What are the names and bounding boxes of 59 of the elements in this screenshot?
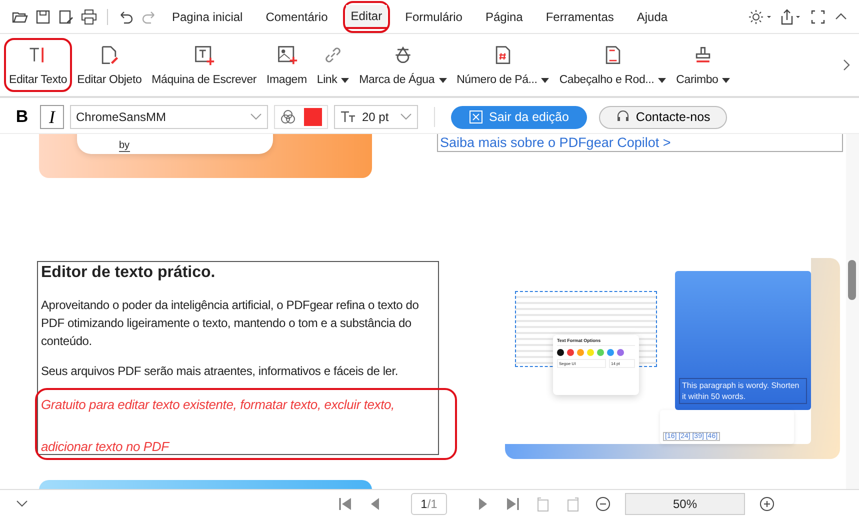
- caret-icon: [438, 78, 447, 82]
- chevron-down-icon: [400, 113, 412, 121]
- ribbon-tool[interactable]: Imagem: [264, 40, 310, 90]
- print-icon[interactable]: [81, 8, 97, 24]
- menu-tab[interactable]: Pagina inicial: [167, 6, 248, 28]
- menu-tab[interactable]: Página: [480, 6, 528, 28]
- italic-button[interactable]: I: [40, 105, 64, 129]
- menu-tab[interactable]: Ferramentas: [540, 6, 619, 28]
- highlighted-paragraph: Gratuito para editar texto existente, formatar texto, excluir texto, adicionar texto no PDF: [41, 396, 396, 450]
- menu-tab[interactable]: Comentário: [260, 6, 333, 28]
- first-page-icon[interactable]: [337, 496, 353, 512]
- scrollbar[interactable]: [846, 134, 859, 489]
- ribbon-tool[interactable]: Editar Texto: [6, 40, 70, 90]
- brightness-icon[interactable]: [748, 8, 772, 24]
- scroll-thumb[interactable]: [848, 260, 856, 300]
- zoom-field[interactable]: 50%: [625, 493, 745, 515]
- fullscreen-icon[interactable]: [810, 8, 826, 24]
- menu-tab[interactable]: Formulário: [400, 6, 468, 28]
- card-text: by: [119, 140, 130, 152]
- copilot-link[interactable]: Saiba mais sobre o PDFgear Copilot >: [437, 134, 843, 152]
- menu-tab[interactable]: Editar: [346, 4, 388, 28]
- image-plus-icon: [276, 44, 298, 66]
- caret-icon: [658, 78, 666, 82]
- text-color-swatch[interactable]: [304, 108, 322, 126]
- ribbon-tool[interactable]: Número de Pá...: [454, 40, 552, 90]
- caret-icon: [722, 78, 730, 82]
- chevron-down-icon[interactable]: [16, 500, 28, 508]
- color-circles-icon[interactable]: [280, 109, 296, 125]
- text-box-plus-icon: [193, 44, 216, 66]
- ribbon-tool[interactable]: Cabeçalho e Rod...: [556, 40, 670, 90]
- zoom-in-icon[interactable]: [759, 496, 775, 512]
- page-number-field[interactable]: 1/1: [411, 493, 447, 515]
- bold-button[interactable]: B: [10, 105, 34, 129]
- caret-icon: [541, 78, 550, 82]
- caret-icon: [341, 78, 350, 82]
- body-paragraph: Aproveitando o poder da inteligência artificial, o PDFgear refina o texto do PDF otimizando ligeiramente o texto, mantendo o tom e a substância do conteúdo.: [41, 297, 420, 350]
- exit-edit-button[interactable]: Sair da edição: [451, 106, 587, 128]
- ribbon-tool[interactable]: Carimbo: [673, 40, 734, 90]
- ribbon-tool[interactable]: Máquina de Escrever: [148, 40, 260, 90]
- undo-icon[interactable]: [118, 8, 134, 24]
- save-icon[interactable]: [35, 8, 51, 24]
- ribbon-tool[interactable]: Marca de Água: [356, 40, 450, 90]
- body-paragraph: Seus arquivos PDF serão mais atraentes, informativos e fáceis de ler.: [41, 363, 400, 380]
- close-box-icon: [469, 110, 483, 124]
- ai-prompt-text: This paragraph is wordy. Shorten it within 50 words.: [679, 378, 807, 404]
- font-dropdown[interactable]: ChromeSansMM: [70, 105, 268, 129]
- section-heading: Editor de texto prático.: [41, 264, 216, 282]
- menu-tab[interactable]: Ajuda: [632, 6, 673, 28]
- font-size-dropdown[interactable]: 20 pt: [334, 105, 418, 129]
- font-size-icon: [340, 111, 356, 123]
- save-as-icon[interactable]: [58, 8, 74, 24]
- headset-icon: [616, 110, 630, 124]
- ribbon-tool[interactable]: Link: [314, 40, 352, 90]
- share-icon[interactable]: [779, 8, 803, 24]
- chevron-down-icon: [250, 113, 262, 121]
- last-page-icon[interactable]: [505, 496, 521, 512]
- contact-button[interactable]: Contacte-nos: [598, 106, 728, 128]
- zoom-out-icon[interactable]: [595, 496, 611, 512]
- ribbon-tool[interactable]: Editar Objeto: [74, 40, 145, 90]
